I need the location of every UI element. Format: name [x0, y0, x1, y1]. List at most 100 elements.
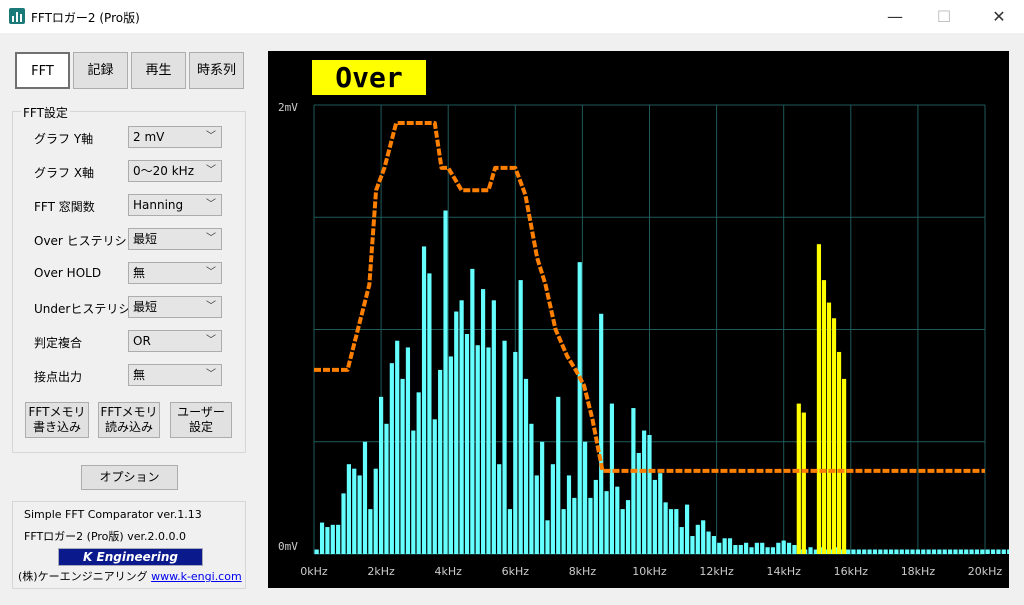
spectrum-bar [733, 545, 738, 554]
x-tick-label: 14kHz [766, 565, 801, 578]
spectrum-bar [572, 497, 577, 554]
spectrum-bar [384, 423, 389, 554]
chevron-down-icon: ﹀ [206, 131, 216, 142]
spectrum-bar [432, 419, 437, 554]
spectrum-bar [980, 549, 985, 554]
spectrum-bar [475, 345, 480, 554]
spectrum-bar [883, 549, 888, 554]
spectrum-bar [395, 340, 400, 554]
spectrum-bar [706, 531, 711, 554]
y-top-label: 2mV [278, 101, 298, 114]
spectrum-bar [679, 527, 684, 554]
over-spectrum-bar [836, 351, 842, 554]
k-engineering-logo: K Engineering [58, 548, 203, 566]
spectrum-bar [937, 549, 942, 554]
spectrum-bar [480, 289, 486, 554]
spectrum-bar [701, 520, 706, 554]
judge-combine-value: OR [133, 334, 151, 348]
judge-combine-select[interactable]: OR ﹀ [128, 330, 222, 352]
spectrum-bar [717, 542, 722, 554]
x-tick-label: 18kHz [901, 565, 936, 578]
spectrum-bar [652, 479, 657, 554]
fft-memory-read-line2: 読み込み [104, 420, 153, 434]
spectrum-bar [368, 509, 373, 554]
x-tick-label: 12kHz [699, 565, 734, 578]
spectrum-bar [636, 452, 641, 554]
chevron-down-icon: ﹀ [206, 165, 216, 176]
tab-fft[interactable]: FFT [15, 52, 70, 89]
spectrum-bar [776, 542, 781, 554]
spectrum-bar [695, 524, 700, 554]
close-button[interactable]: ✕ [976, 0, 1022, 33]
spectrum-bar [856, 549, 861, 554]
tab-record[interactable]: 記録 [73, 52, 128, 89]
spectrum-bar [888, 549, 894, 554]
over-spectrum-bar [841, 378, 847, 554]
over-spectrum-bar [826, 302, 832, 554]
spectrum-bar [872, 549, 878, 554]
fft-memory-write-button[interactable]: FFTメモリ 書き込み [25, 402, 89, 438]
over-hold-label: Over HOLD [34, 266, 102, 280]
spectrum-bar [668, 509, 674, 554]
over-hold-select[interactable]: 無 ﹀ [128, 262, 222, 284]
spectrum-bar [566, 475, 572, 554]
spectrum-bar [958, 549, 963, 554]
spectrum-bar [609, 403, 615, 554]
spectrum-bar [588, 497, 593, 554]
spectrum-bar [878, 549, 883, 554]
spectrum-bar [599, 313, 604, 554]
window-function-select[interactable]: Hanning ﹀ [128, 194, 222, 216]
user-settings-button[interactable]: ユーザー 設定 [170, 402, 232, 438]
y-axis-label: グラフ Y軸 [34, 132, 94, 146]
spectrum-bar [545, 520, 550, 554]
spectrum-bar [502, 340, 507, 554]
contact-output-select[interactable]: 無 ﹀ [128, 364, 222, 386]
spectrum-bar [765, 547, 770, 554]
y-bottom-label: 0mV [278, 540, 298, 553]
options-button[interactable]: オプション [81, 465, 178, 490]
spectrum-bar [770, 547, 776, 554]
fft-memory-write-line1: FFTメモリ [28, 405, 86, 419]
tab-timeseries[interactable]: 時系列 [189, 52, 244, 89]
chevron-down-icon: ﹀ [206, 301, 216, 312]
spectrum-bar [792, 545, 797, 554]
fft-memory-read-button[interactable]: FFTメモリ 読み込み [98, 402, 160, 438]
x-tick-label: 8kHz [569, 565, 597, 578]
spectrum-bar [470, 268, 475, 554]
maximize-button[interactable]: ☐ [921, 0, 967, 33]
over-hysteresis-select[interactable]: 最短 ﹀ [128, 228, 222, 250]
under-hysteresis-value: 最短 [133, 300, 158, 314]
spectrum-bar [330, 524, 335, 554]
spectrum-bar [663, 502, 668, 554]
spectrum-bar [464, 333, 470, 554]
spectrum-bar [357, 475, 362, 554]
spectrum-bar [352, 468, 357, 554]
x-axis-label: グラフ X軸 [34, 166, 95, 180]
spectrum-bar [786, 542, 792, 554]
x-axis-select[interactable]: 0～20 kHz ﹀ [128, 160, 222, 182]
spectrum-bar [948, 549, 953, 554]
user-settings-line2: 設定 [188, 420, 213, 434]
tab-playback[interactable]: 再生 [131, 52, 186, 89]
under-hysteresis-select[interactable]: 最短 ﹀ [128, 296, 222, 318]
spectrum-bar [341, 493, 346, 554]
y-axis-select[interactable]: 2 mV ﹀ [128, 126, 222, 148]
spectrum-bar [931, 549, 937, 554]
x-tick-label: 16kHz [834, 565, 869, 578]
spectrum-bar [411, 430, 416, 554]
spectrum-bar [867, 549, 872, 554]
spectrum-bar [990, 549, 996, 554]
over-spectrum-bar [816, 244, 822, 554]
spectrum-bar [690, 536, 695, 554]
app-icon [9, 8, 25, 24]
minimize-button[interactable]: — [872, 0, 918, 33]
window-title: FFTロガー2 (Pro版) [31, 11, 140, 25]
over-hysteresis-label: Over ヒステリシス [34, 234, 139, 248]
logger-version: FFTロガー2 (Pro版) ver.2.0.0.0 [24, 530, 186, 543]
judge-combine-label: 判定複合 [34, 336, 83, 350]
spectrum-bar [443, 210, 448, 554]
spectrum-bar [421, 246, 427, 554]
spectrum-bar [738, 545, 743, 554]
window-function-value: Hanning [133, 198, 184, 212]
website-link[interactable]: www.k-engi.com [151, 570, 242, 583]
